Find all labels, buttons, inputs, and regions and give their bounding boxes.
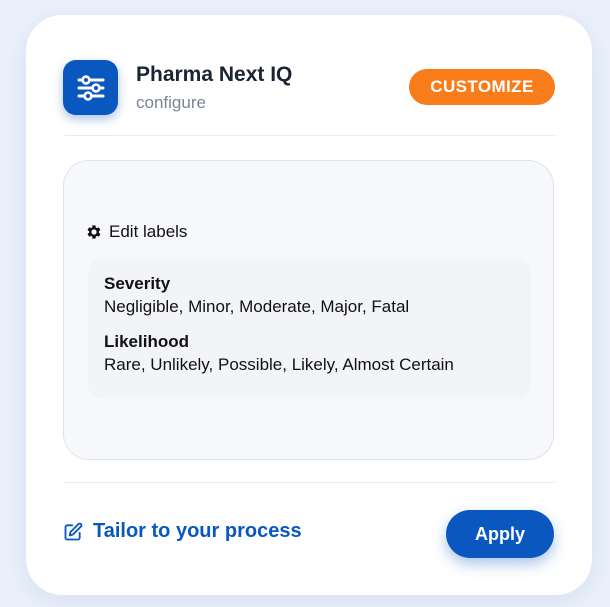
- edit-labels-button[interactable]: Edit labels: [85, 222, 187, 242]
- header-divider: [63, 135, 555, 136]
- edit-labels-text: Edit labels: [109, 222, 188, 241]
- pencil-square-icon: [63, 522, 83, 542]
- label-groups: Severity Negligible, Minor, Moderate, Ma…: [88, 259, 531, 399]
- app-title: Pharma Next IQ: [136, 63, 293, 86]
- sliders-icon: [77, 74, 104, 101]
- group-values: Rare, Unlikely, Possible, Likely, Almost…: [104, 355, 454, 374]
- apply-button[interactable]: Apply: [446, 510, 554, 558]
- group-title: Likelihood: [104, 332, 189, 351]
- card-header: Pharma Next IQ configure CUSTOMIZE: [63, 60, 555, 116]
- config-card: Pharma Next IQ configure CUSTOMIZE Edit …: [26, 15, 592, 595]
- label-group-severity: Severity Negligible, Minor, Moderate, Ma…: [104, 273, 515, 319]
- group-values: Negligible, Minor, Moderate, Major, Fata…: [104, 297, 410, 316]
- group-title: Severity: [104, 274, 171, 293]
- gear-icon: [85, 223, 103, 241]
- tailor-link[interactable]: Tailor to your process: [63, 520, 302, 543]
- footer-divider: [63, 482, 555, 483]
- app-icon: [63, 60, 118, 115]
- app-subtitle: configure: [136, 93, 206, 112]
- customize-button[interactable]: CUSTOMIZE: [409, 69, 555, 105]
- labels-panel: Edit labels Severity Negligible, Minor, …: [63, 160, 554, 460]
- label-group-likelihood: Likelihood Rare, Unlikely, Possible, Lik…: [104, 331, 515, 377]
- tailor-link-text: Tailor to your process: [93, 520, 302, 542]
